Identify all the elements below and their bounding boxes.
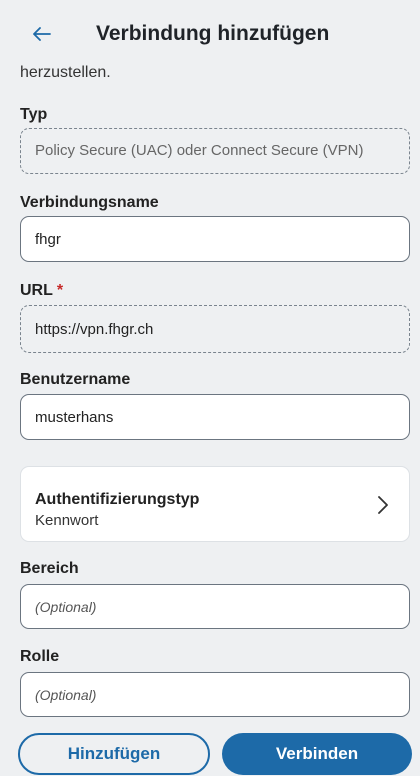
- realm-label: Bereich: [20, 560, 79, 577]
- role-input[interactable]: (Optional): [20, 672, 410, 717]
- type-field: Policy Secure (UAC) oder Connect Secure …: [20, 128, 410, 174]
- connection-name-input[interactable]: fhgr: [20, 216, 410, 262]
- username-label: Benutzername: [20, 371, 131, 388]
- role-placeholder: (Optional): [35, 686, 97, 703]
- auth-type-title: Authentifizierungstyp: [35, 491, 200, 508]
- username-input[interactable]: musterhans: [20, 394, 410, 440]
- type-label: Typ: [20, 106, 48, 123]
- page-title: Verbindung hinzufügen: [96, 22, 330, 45]
- username-value: musterhans: [35, 408, 114, 426]
- url-value: https://vpn.fhgr.ch: [35, 320, 154, 338]
- type-value: Policy Secure (UAC) oder Connect Secure …: [35, 142, 364, 159]
- required-mark: *: [56, 282, 64, 299]
- auth-type-selector[interactable]: Authentifizierungstyp Kennwort: [20, 466, 410, 542]
- intro-text: herzustellen.: [20, 64, 111, 81]
- back-button[interactable]: [30, 22, 54, 46]
- connection-name-value: fhgr: [35, 230, 61, 248]
- connection-name-label: Verbindungsname: [20, 194, 159, 211]
- arrow-left-icon: [33, 27, 51, 41]
- url-field: https://vpn.fhgr.ch: [20, 305, 410, 353]
- realm-placeholder: (Optional): [35, 598, 97, 615]
- url-label-text: URL: [20, 282, 53, 299]
- chevron-right-icon: [375, 491, 391, 519]
- url-label: URL *: [20, 282, 63, 300]
- role-label: Rolle: [20, 648, 60, 665]
- realm-input[interactable]: (Optional): [20, 584, 410, 629]
- auth-type-value: Kennwort: [35, 512, 99, 529]
- add-button[interactable]: Hinzufügen: [18, 733, 210, 775]
- connect-button[interactable]: Verbinden: [222, 733, 412, 775]
